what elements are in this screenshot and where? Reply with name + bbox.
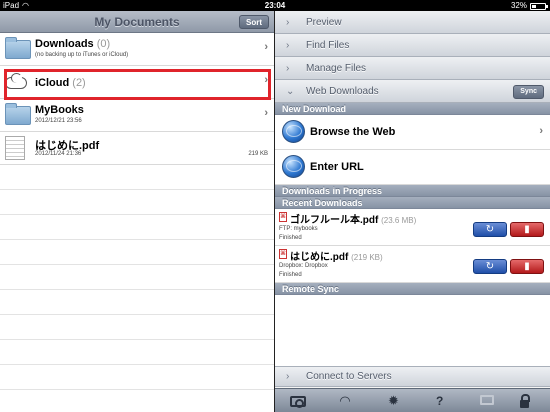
camera-icon[interactable]	[290, 396, 306, 408]
item-name: MyBooks	[35, 104, 84, 116]
reload-icon: ↻	[485, 224, 495, 235]
section-header-new-download: New Download	[275, 103, 550, 115]
chevron-down-icon: ⌄	[286, 86, 295, 97]
documents-pane: My Documents Sort Downloads (0) (no back…	[0, 11, 274, 412]
empty-row	[0, 190, 274, 215]
trash-icon: ▮	[524, 261, 530, 272]
empty-row	[0, 340, 274, 365]
menu-label: Web Downloads	[306, 86, 379, 97]
download-size: (23.6 MB)	[381, 216, 417, 225]
item-date: 2012/12/21 23:56	[35, 118, 82, 124]
section-header-in-progress: Downloads in Progress	[275, 185, 550, 197]
menu-manage-files[interactable]: › Manage Files	[275, 57, 550, 80]
wifi-icon[interactable]: ◠	[340, 394, 350, 408]
empty-row	[0, 365, 274, 390]
item-count: (0)	[96, 38, 111, 50]
reload-button[interactable]: ↻	[473, 222, 507, 237]
menu-label: Find Files	[306, 40, 350, 51]
list-item-downloads[interactable]: Downloads (0) (no backing up to iTunes o…	[0, 33, 274, 66]
item-size: 219 KB	[248, 151, 268, 157]
menu-find-files[interactable]: › Find Files	[275, 34, 550, 57]
remote-sync-area	[275, 295, 550, 374]
bottom-toolbar: ◠ ✹ ?	[275, 388, 550, 412]
help-icon[interactable]: ?	[436, 394, 443, 408]
menu-label: Preview	[306, 17, 342, 28]
recent-download-row[interactable]: ⌘ ゴルフルール本.pdf (23.6 MB) FTP: mybooks Fin…	[275, 209, 550, 246]
chevron-right-icon: ›	[286, 40, 290, 51]
item-name: Downloads	[35, 38, 94, 50]
download-source: Dropbox: Dropbox	[279, 263, 328, 269]
chevron-right-icon: ›	[539, 125, 543, 137]
item-subtitle: (no backing up to iTunes or iCloud)	[35, 52, 129, 58]
trash-icon: ▮	[524, 224, 530, 235]
empty-row	[0, 265, 274, 290]
download-size: (219 KB)	[351, 253, 383, 262]
pdf-file-icon: ⌘	[279, 249, 287, 259]
chevron-right-icon: ›	[286, 371, 290, 382]
list-item-pdf[interactable]: はじめに.pdf 2012/11/24 21:36 219 KB	[0, 132, 274, 165]
list-item-mybooks[interactable]: MyBooks 2012/12/21 23:56 ›	[0, 99, 274, 132]
action-label: Enter URL	[310, 161, 364, 173]
empty-row	[0, 290, 274, 315]
delete-button[interactable]: ▮	[510, 222, 544, 237]
menu-label: Connect to Servers	[306, 371, 392, 382]
connect-to-servers-row[interactable]: › Connect to Servers	[275, 366, 550, 387]
reload-button[interactable]: ↻	[473, 259, 507, 274]
documents-nav-bar: My Documents Sort	[0, 11, 274, 33]
item-date: 2012/11/24 21:36	[35, 151, 82, 157]
download-status: Finished	[279, 235, 302, 241]
empty-row	[0, 315, 274, 340]
sort-button[interactable]: Sort	[239, 15, 269, 29]
page-title: My Documents	[94, 15, 180, 29]
actions-pane: › Preview › Find Files › Manage Files ⌄ …	[275, 11, 550, 412]
empty-row	[0, 215, 274, 240]
menu-label: Manage Files	[306, 63, 367, 74]
section-header-remote-sync: Remote Sync	[275, 283, 550, 295]
pdf-file-icon: ⌘	[279, 212, 287, 222]
reload-icon: ↻	[485, 261, 495, 272]
recent-download-row[interactable]: ⌘ はじめに.pdf (219 KB) Dropbox: Dropbox Fin…	[275, 246, 550, 283]
lock-icon[interactable]	[520, 394, 530, 408]
download-name: はじめに.pdf	[290, 252, 349, 263]
download-name: ゴルフルール本.pdf	[290, 215, 379, 226]
enter-url-row[interactable]: Enter URL	[275, 150, 550, 185]
folder-icon	[5, 37, 31, 59]
action-label: Browse the Web	[310, 126, 396, 138]
empty-row	[0, 240, 274, 265]
pdf-thumbnail-icon	[5, 136, 25, 160]
section-header-recent: Recent Downloads	[275, 197, 550, 209]
download-status: Finished	[279, 272, 302, 278]
folder-icon	[5, 103, 31, 125]
highlight-box	[4, 69, 271, 100]
battery-icon	[530, 3, 548, 10]
menu-web-downloads[interactable]: ⌄ Web Downloads Sync	[275, 80, 550, 103]
clock: 23:04	[264, 1, 286, 10]
chevron-right-icon: ›	[264, 107, 268, 119]
battery-percent: 32%	[510, 1, 527, 10]
chevron-right-icon: ›	[286, 63, 290, 74]
globe-icon	[282, 155, 305, 178]
globe-icon	[282, 120, 305, 143]
monitor-icon	[480, 395, 494, 405]
gear-icon[interactable]: ✹	[388, 394, 399, 408]
download-source: FTP: mybooks	[279, 226, 318, 232]
empty-row	[0, 165, 274, 190]
chevron-right-icon: ›	[264, 41, 268, 53]
chevron-right-icon: ›	[286, 17, 290, 28]
menu-preview[interactable]: › Preview	[275, 11, 550, 34]
status-bar: iPad ◠ 23:04 32%	[0, 0, 550, 11]
delete-button[interactable]: ▮	[510, 259, 544, 274]
sync-button[interactable]: Sync	[513, 85, 544, 99]
browse-web-row[interactable]: Browse the Web ›	[275, 115, 550, 150]
